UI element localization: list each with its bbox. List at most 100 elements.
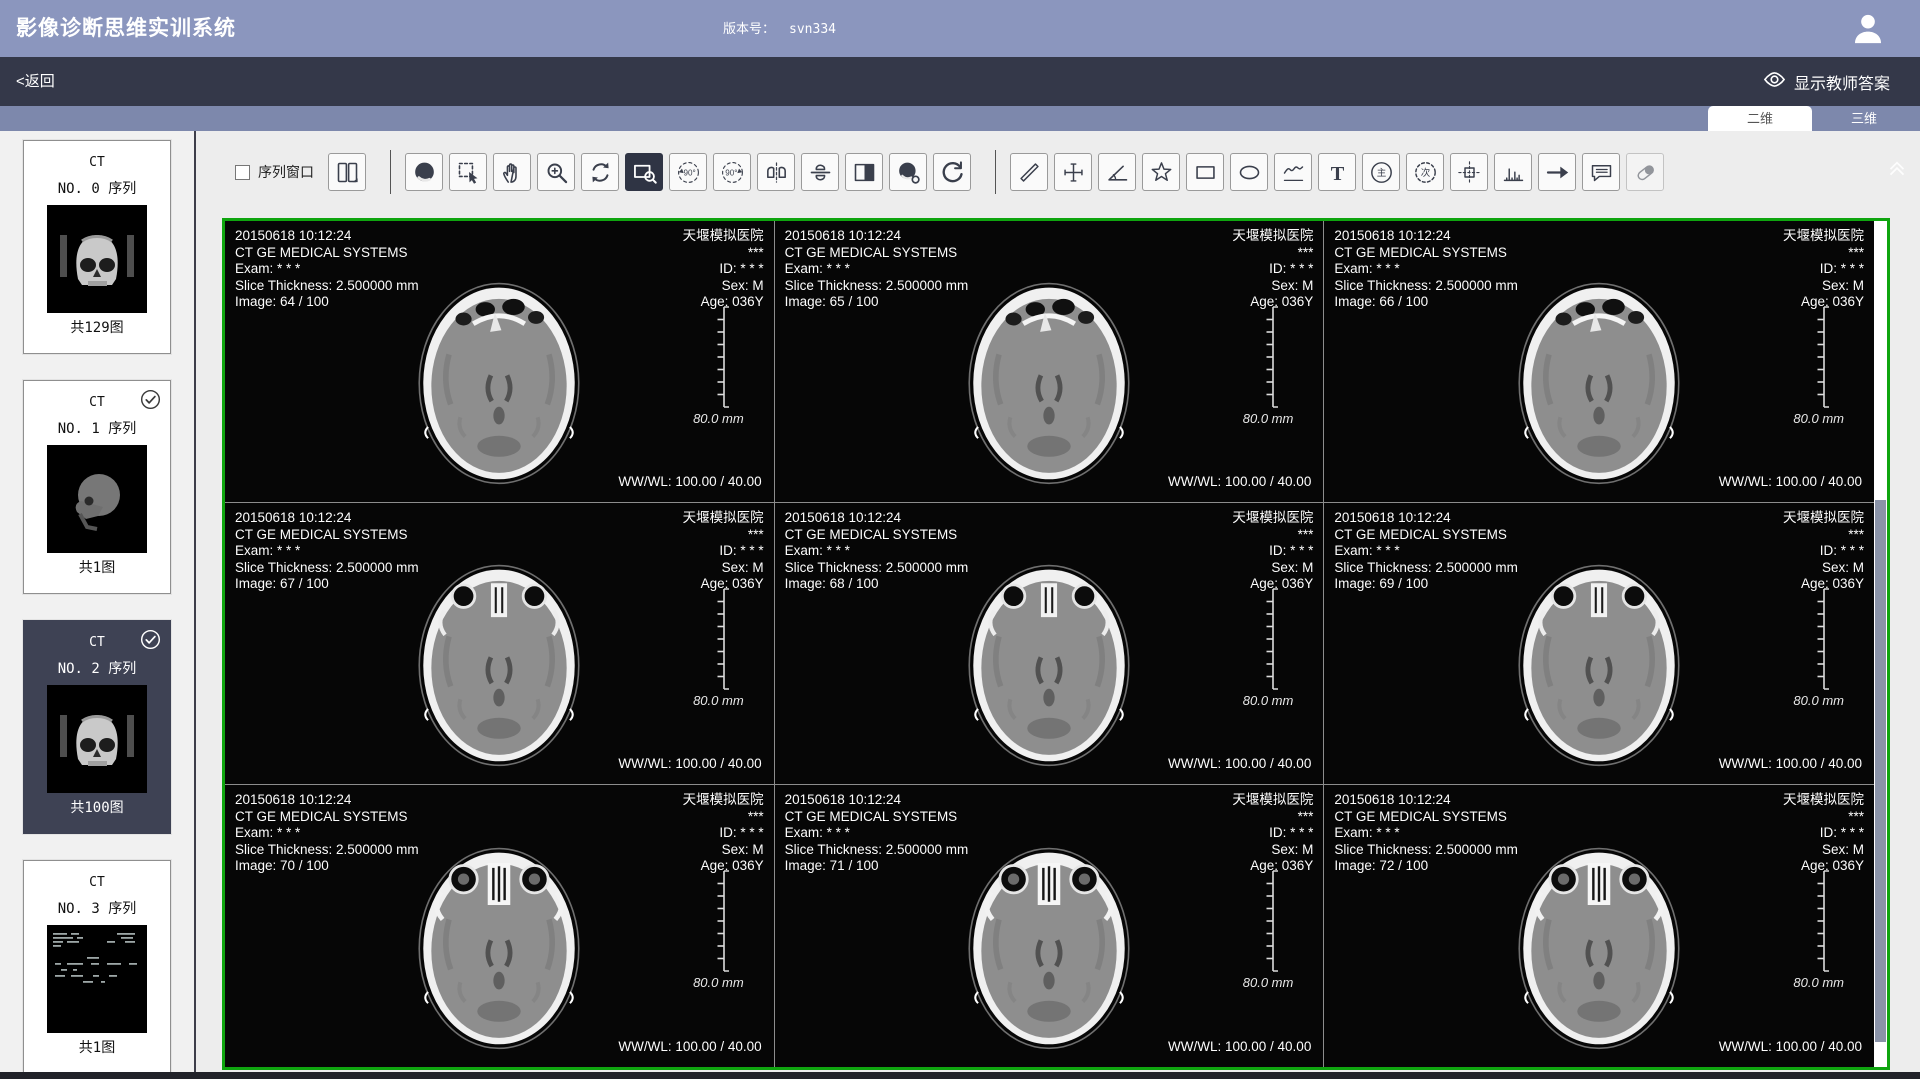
viewer-grid: 20150618 10:12:24CT GE MEDICAL SYSTEMSEx… — [222, 218, 1890, 1070]
rotate-left-90-button[interactable]: 90° — [669, 153, 707, 191]
rotate-right-90-button[interactable]: 90° — [713, 153, 751, 191]
series-thumbnail — [47, 205, 147, 313]
user-avatar-icon[interactable] — [1848, 9, 1888, 49]
series-thumbnail — [47, 685, 147, 793]
application-window: 影像诊断思维实训系统 版本号：svn334 <返回 显示教师答案 二维 三维 C… — [0, 0, 1920, 1079]
series-window-label: 序列窗口 — [258, 162, 314, 182]
pan-button[interactable] — [493, 153, 531, 191]
series-name: NO. 3 序列 — [24, 898, 170, 918]
series-name: NO. 0 序列 — [24, 178, 170, 198]
viewer-scrollbar-track[interactable] — [1874, 221, 1887, 1067]
viewer-cell-1[interactable]: 20150618 10:12:24CT GE MEDICAL SYSTEMSEx… — [775, 221, 1325, 503]
window-level-button[interactable] — [405, 153, 443, 191]
series-checked-icon — [139, 628, 162, 651]
zoom-button[interactable] — [537, 153, 575, 191]
label-secondary-button[interactable]: 次 — [1406, 153, 1444, 191]
measure-star-button[interactable] — [1142, 153, 1180, 191]
toolbar-group-0 — [328, 153, 366, 191]
flip-horizontal-button[interactable] — [757, 153, 795, 191]
cell-image-number: Image: 68 / 100 — [785, 576, 969, 593]
label-main-button[interactable]: 主 — [1362, 153, 1400, 191]
cell-window-label: WW/WL: 100.00 / 40.00 — [618, 756, 761, 773]
toolbar-buttons: 90°90° T主次 — [314, 150, 1664, 194]
viewer-cell-5[interactable]: 20150618 10:12:24CT GE MEDICAL SYSTEMSEx… — [1324, 503, 1874, 785]
measure-rect-button[interactable] — [1186, 153, 1224, 191]
center-marker-button[interactable] — [1450, 153, 1488, 191]
cell-image-number: Image: 71 / 100 — [785, 858, 969, 875]
show-teacher-answer-button[interactable]: 显示教师答案 — [1763, 57, 1890, 106]
annotate-text-button[interactable]: T — [1318, 153, 1356, 191]
cell-info-top-right: 天堰模拟医院***ID: * * *Sex: MAge: 036Y — [683, 792, 764, 875]
cine-cycle-button[interactable] — [581, 153, 619, 191]
series-image-count: 共100图 — [24, 797, 170, 817]
tab-3d[interactable]: 三维 — [1812, 106, 1916, 131]
cell-scale-label: 80.0 mm — [693, 411, 744, 428]
series-card-1[interactable]: CTNO. 1 序列 共1图 — [23, 380, 171, 594]
measure-cross-button[interactable] — [1054, 153, 1092, 191]
viewer-cell-0[interactable]: 20150618 10:12:24CT GE MEDICAL SYSTEMSEx… — [225, 221, 775, 503]
app-title: 影像诊断思维实训系统 — [16, 0, 236, 57]
layout-select-button[interactable] — [328, 153, 366, 191]
cell-info-top-left: 20150618 10:12:24CT GE MEDICAL SYSTEMSEx… — [235, 792, 419, 875]
back-button[interactable]: <返回 — [16, 57, 55, 106]
series-card-2[interactable]: CTNO. 2 序列 共100图 — [23, 620, 171, 834]
cell-window-label: WW/WL: 100.00 / 40.00 — [1719, 1039, 1862, 1056]
series-name: NO. 1 序列 — [24, 418, 170, 438]
cell-window-label: WW/WL: 100.00 / 40.00 — [618, 474, 761, 491]
measure-angle-button[interactable] — [1098, 153, 1136, 191]
show-answer-label: 显示教师答案 — [1794, 70, 1890, 94]
viewer-cell-2[interactable]: 20150618 10:12:24CT GE MEDICAL SYSTEMSEx… — [1324, 221, 1874, 503]
invert-button[interactable] — [845, 153, 883, 191]
flip-vertical-button[interactable] — [801, 153, 839, 191]
profile-histogram-button[interactable] — [1494, 153, 1532, 191]
viewer-cells: 20150618 10:12:24CT GE MEDICAL SYSTEMSEx… — [225, 221, 1874, 1067]
version-label: 版本号： — [723, 21, 775, 36]
cell-window-label: WW/WL: 100.00 / 40.00 — [1168, 756, 1311, 773]
viewer-cell-3[interactable]: 20150618 10:12:24CT GE MEDICAL SYSTEMSEx… — [225, 503, 775, 785]
view-mode-tabstrip: 二维 三维 — [0, 106, 1920, 131]
viewer-cell-7[interactable]: 20150618 10:12:24CT GE MEDICAL SYSTEMSEx… — [775, 785, 1325, 1067]
cell-info-top-left: 20150618 10:12:24CT GE MEDICAL SYSTEMSEx… — [235, 228, 419, 311]
series-card-3[interactable]: CTNO. 3 序列共1图 — [23, 860, 171, 1074]
measure-line-button[interactable] — [1010, 153, 1048, 191]
window-preset-button[interactable] — [889, 153, 927, 191]
eraser-button[interactable] — [1626, 153, 1664, 191]
series-window-checkbox[interactable] — [235, 165, 250, 180]
viewer-scrollbar-thumb[interactable] — [1875, 500, 1886, 1041]
collapse-toolbar-icon[interactable] — [1884, 154, 1910, 180]
cell-info-top-left: 20150618 10:12:24CT GE MEDICAL SYSTEMSEx… — [1334, 510, 1518, 593]
annotate-comment-button[interactable] — [1582, 153, 1620, 191]
version-info: 版本号：svn334 — [723, 0, 836, 58]
toolbar-divider — [390, 150, 391, 194]
tab-2d[interactable]: 二维 — [1708, 106, 1812, 131]
annotate-arrow-button[interactable] — [1538, 153, 1576, 191]
cell-info-top-left: 20150618 10:12:24CT GE MEDICAL SYSTEMSEx… — [1334, 228, 1518, 311]
reset-button[interactable] — [933, 153, 971, 191]
viewer-cell-6[interactable]: 20150618 10:12:24CT GE MEDICAL SYSTEMSEx… — [225, 785, 775, 1067]
cell-info-top-right: 天堰模拟医院***ID: * * *Sex: MAge: 036Y — [683, 228, 764, 311]
nav-bar: <返回 显示教师答案 — [0, 57, 1920, 106]
cell-scale-label: 80.0 mm — [1243, 411, 1294, 428]
viewer-cell-4[interactable]: 20150618 10:12:24CT GE MEDICAL SYSTEMSEx… — [775, 503, 1325, 785]
cell-window-label: WW/WL: 100.00 / 40.00 — [1719, 756, 1862, 773]
series-modality: CT — [24, 155, 170, 170]
measure-curve-button[interactable] — [1274, 153, 1312, 191]
series-image-count: 共1图 — [24, 1037, 170, 1057]
toolbar: 序列窗口 90°90° T主次 — [222, 148, 1920, 196]
zoom-region-button[interactable] — [625, 153, 663, 191]
cell-info-top-left: 20150618 10:12:24CT GE MEDICAL SYSTEMSEx… — [785, 510, 969, 593]
series-window-checkbox-group: 序列窗口 — [235, 162, 314, 182]
viewer-cell-8[interactable]: 20150618 10:12:24CT GE MEDICAL SYSTEMSEx… — [1324, 785, 1874, 1067]
series-sidebar: CTNO. 0 序列 共129图CTNO. 1 序列 共1图CTNO. 2 序列… — [0, 131, 196, 1072]
bottom-strip — [0, 1072, 1920, 1079]
cell-scale-label: 80.0 mm — [1793, 693, 1844, 710]
cell-window-label: WW/WL: 100.00 / 40.00 — [618, 1039, 761, 1056]
cell-info-top-right: 天堰模拟医院***ID: * * *Sex: MAge: 036Y — [683, 510, 764, 593]
series-thumbnail — [47, 925, 147, 1033]
header-bar: 影像诊断思维实训系统 版本号：svn334 — [0, 0, 1920, 57]
cell-info-top-left: 20150618 10:12:24CT GE MEDICAL SYSTEMSEx… — [235, 510, 419, 593]
select-region-button[interactable] — [449, 153, 487, 191]
series-thumbnail — [47, 445, 147, 553]
series-card-0[interactable]: CTNO. 0 序列 共129图 — [23, 140, 171, 354]
measure-ellipse-button[interactable] — [1230, 153, 1268, 191]
